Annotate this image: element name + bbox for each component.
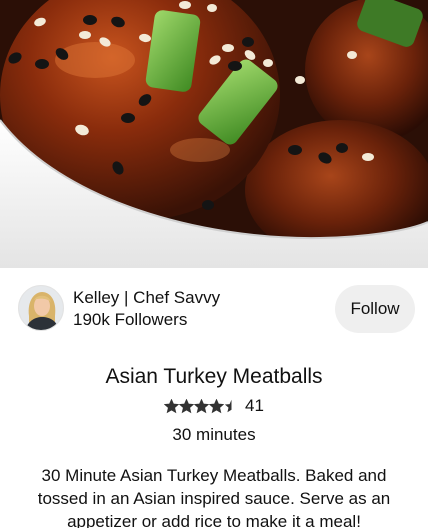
creator-name[interactable]: Kelley | Chef Savvy bbox=[73, 288, 220, 308]
cook-time: 30 minutes bbox=[172, 425, 256, 444]
avatar-photo bbox=[19, 286, 63, 330]
creator-row: Kelley | Chef Savvy 190k Followers Follo… bbox=[0, 268, 428, 352]
rating-row: 41 bbox=[0, 396, 428, 416]
star-full-icon bbox=[179, 398, 195, 413]
rating-count: 41 bbox=[245, 396, 264, 415]
star-full-icon bbox=[194, 398, 210, 413]
follower-count: 190k Followers bbox=[73, 310, 188, 329]
pin-title: Asian Turkey Meatballs bbox=[105, 365, 323, 388]
creator-avatar[interactable] bbox=[18, 285, 64, 331]
follow-button[interactable]: Follow bbox=[335, 285, 415, 333]
star-full-icon bbox=[209, 398, 225, 413]
pin-hero-image[interactable] bbox=[0, 0, 428, 268]
star-half-icon bbox=[224, 399, 232, 412]
meatballs-photo bbox=[0, 0, 428, 268]
star-full-icon bbox=[164, 398, 180, 413]
pin-description: 30 Minute Asian Turkey Meatballs. Baked … bbox=[37, 466, 391, 528]
star-rating bbox=[164, 398, 239, 414]
